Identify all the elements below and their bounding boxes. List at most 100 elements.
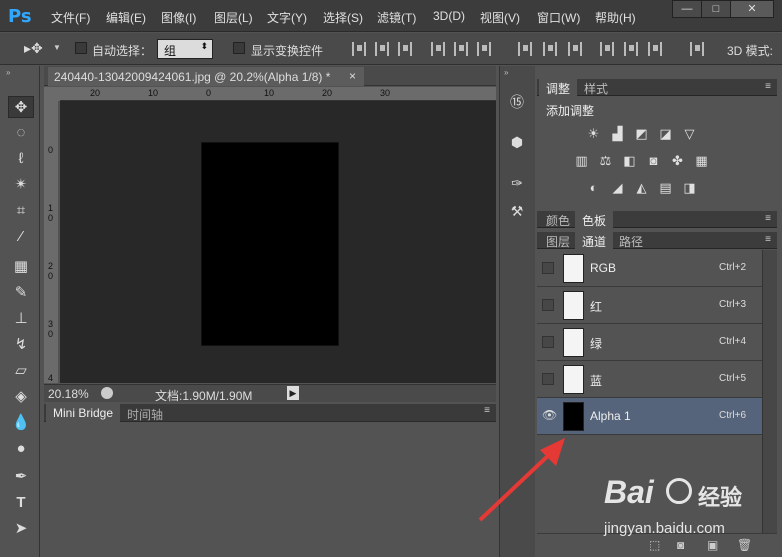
zoom-level[interactable]: 20.18% [48, 387, 89, 401]
tab-styles[interactable]: 样式 [577, 79, 615, 96]
3d-panel-icon[interactable]: ⬢ [505, 131, 529, 153]
status-icon[interactable] [101, 387, 113, 399]
collapse-icon[interactable]: » [6, 68, 10, 77]
collapse-icon[interactable]: » [504, 68, 508, 77]
document-image[interactable] [202, 143, 338, 345]
eyedropper-tool-icon[interactable]: ⁄ [8, 226, 34, 248]
channel-row-red[interactable]: 红 Ctrl+3 [537, 287, 762, 324]
levels-icon[interactable]: ▟ [609, 127, 626, 141]
move-tool-icon[interactable]: ✥ [8, 96, 34, 118]
brightness-icon[interactable]: ☀ [585, 127, 602, 141]
tab-channels[interactable]: 通道 [575, 232, 614, 249]
distribute-vcenter-icon[interactable] [543, 42, 557, 56]
align-left-icon[interactable] [431, 42, 445, 56]
channel-row-blue[interactable]: 蓝 Ctrl+5 [537, 361, 762, 398]
chevron-down-icon[interactable]: ▼ [53, 43, 61, 52]
distribute-left-icon[interactable] [600, 42, 614, 56]
align-bottom-icon[interactable] [398, 42, 412, 56]
align-hcenter-icon[interactable] [454, 42, 468, 56]
tab-layers[interactable]: 图层 [539, 232, 577, 249]
distribute-right-icon[interactable] [648, 42, 662, 56]
tab-color[interactable]: 颜色 [539, 211, 577, 228]
menu-view[interactable]: 视图(V) [480, 9, 520, 26]
menu-edit[interactable]: 编辑(E) [106, 9, 146, 26]
marquee-tool-icon[interactable]: ◌ [8, 122, 34, 144]
healing-brush-tool-icon[interactable]: ▦ [8, 256, 34, 278]
menu-layer[interactable]: 图层(L) [214, 9, 253, 26]
blur-tool-icon[interactable]: 💧 [8, 412, 34, 434]
brush-presets-icon[interactable]: ⚒ [505, 200, 529, 222]
eraser-tool-icon[interactable]: ▱ [8, 360, 34, 382]
tab-paths[interactable]: 路径 [612, 232, 650, 249]
visibility-toggle[interactable] [542, 299, 554, 311]
panel-menu-icon[interactable]: ≡ [765, 213, 771, 224]
paint-bucket-tool-icon[interactable]: ◈ [8, 386, 34, 408]
menu-filter[interactable]: 滤镜(T) [377, 9, 416, 26]
auto-select-dropdown[interactable]: 组 ⬍ [157, 39, 213, 59]
distribute-bottom-icon[interactable] [568, 42, 582, 56]
auto-select-checkbox[interactable] [75, 42, 87, 54]
channel-row-green[interactable]: 绿 Ctrl+4 [537, 324, 762, 361]
move-tool-icon[interactable]: ▸✥ [24, 40, 43, 57]
posterize-icon[interactable]: ◢ [609, 181, 626, 195]
history-panel-icon[interactable]: ⑮ [505, 91, 529, 113]
maximize-button[interactable]: □ [701, 0, 731, 18]
align-vcenter-icon[interactable] [375, 42, 389, 56]
auto-align-icon[interactable] [690, 42, 704, 56]
align-right-icon[interactable] [477, 42, 491, 56]
menu-file[interactable]: 文件(F) [51, 9, 90, 26]
menu-image[interactable]: 图像(I) [161, 9, 196, 26]
lasso-tool-icon[interactable]: ℓ [8, 148, 34, 170]
close-tab-icon[interactable]: × [349, 69, 356, 83]
color-balance-icon[interactable]: ⚖ [597, 154, 614, 168]
threshold-icon[interactable]: ◭ [633, 181, 650, 195]
close-button[interactable]: ✕ [730, 0, 774, 18]
menu-select[interactable]: 选择(S) [323, 9, 363, 26]
menu-window[interactable]: 窗口(W) [537, 9, 580, 26]
curves-icon[interactable]: ◩ [633, 127, 650, 141]
align-top-icon[interactable] [352, 42, 366, 56]
selective-color-icon[interactable]: ◨ [681, 181, 698, 195]
invert-icon[interactable]: ◐ [585, 181, 602, 195]
panel-menu-icon[interactable]: ≡ [484, 405, 490, 416]
status-menu-arrow-icon[interactable]: ▶ [287, 386, 299, 400]
vibrance-icon[interactable]: ▽ [681, 127, 698, 141]
menu-type[interactable]: 文字(Y) [267, 9, 307, 26]
channel-row-rgb[interactable]: RGB Ctrl+2 [537, 250, 762, 287]
visibility-toggle[interactable] [542, 262, 554, 274]
tab-swatches[interactable]: 色板 [575, 211, 614, 228]
panel-menu-icon[interactable]: ≡ [765, 234, 771, 245]
document-tab[interactable]: 240440-13042009424061.jpg @ 20.2%(Alpha … [48, 67, 364, 86]
hue-saturation-icon[interactable]: ▥ [573, 154, 590, 168]
exposure-icon[interactable]: ◪ [657, 127, 674, 141]
eye-icon[interactable]: 👁 [542, 409, 557, 422]
brush-tool-icon[interactable]: ✎ [8, 282, 34, 304]
pen-tool-icon[interactable]: ✒ [8, 466, 34, 488]
panel-menu-icon[interactable]: ≡ [765, 81, 771, 92]
black-white-icon[interactable]: ◧ [621, 154, 638, 168]
dodge-tool-icon[interactable]: ● [8, 438, 34, 460]
minimize-button[interactable]: — [672, 0, 702, 18]
brush-panel-icon[interactable]: ✑ [505, 172, 529, 194]
menu-3d[interactable]: 3D(D) [433, 9, 465, 23]
distribute-hcenter-icon[interactable] [624, 42, 638, 56]
history-brush-tool-icon[interactable]: ↯ [8, 334, 34, 356]
color-swatch-tabs: 颜色 色板 ≡ [537, 211, 777, 228]
show-transform-checkbox[interactable] [233, 42, 245, 54]
tab-adjustments[interactable]: 调整 [539, 79, 578, 96]
magic-wand-tool-icon[interactable]: ✴ [8, 174, 34, 196]
menu-help[interactable]: 帮助(H) [595, 9, 636, 26]
crop-tool-icon[interactable]: ⌗ [8, 200, 34, 222]
visibility-toggle[interactable] [542, 373, 554, 385]
color-lookup-icon[interactable]: ▦ [693, 154, 710, 168]
channel-mixer-icon[interactable]: ✤ [669, 154, 686, 168]
distribute-top-icon[interactable] [518, 42, 532, 56]
path-selection-tool-icon[interactable]: ➤ [8, 518, 34, 540]
visibility-toggle[interactable] [542, 336, 554, 348]
tab-mini-bridge[interactable]: Mini Bridge [46, 404, 121, 422]
stamp-tool-icon[interactable]: ⊥ [8, 308, 34, 330]
gradient-map-icon[interactable]: ▤ [657, 181, 674, 195]
photo-filter-icon[interactable]: ◙ [645, 154, 662, 168]
type-tool-icon[interactable]: T [8, 492, 34, 514]
tab-timeline[interactable]: 时间轴 [120, 404, 170, 422]
